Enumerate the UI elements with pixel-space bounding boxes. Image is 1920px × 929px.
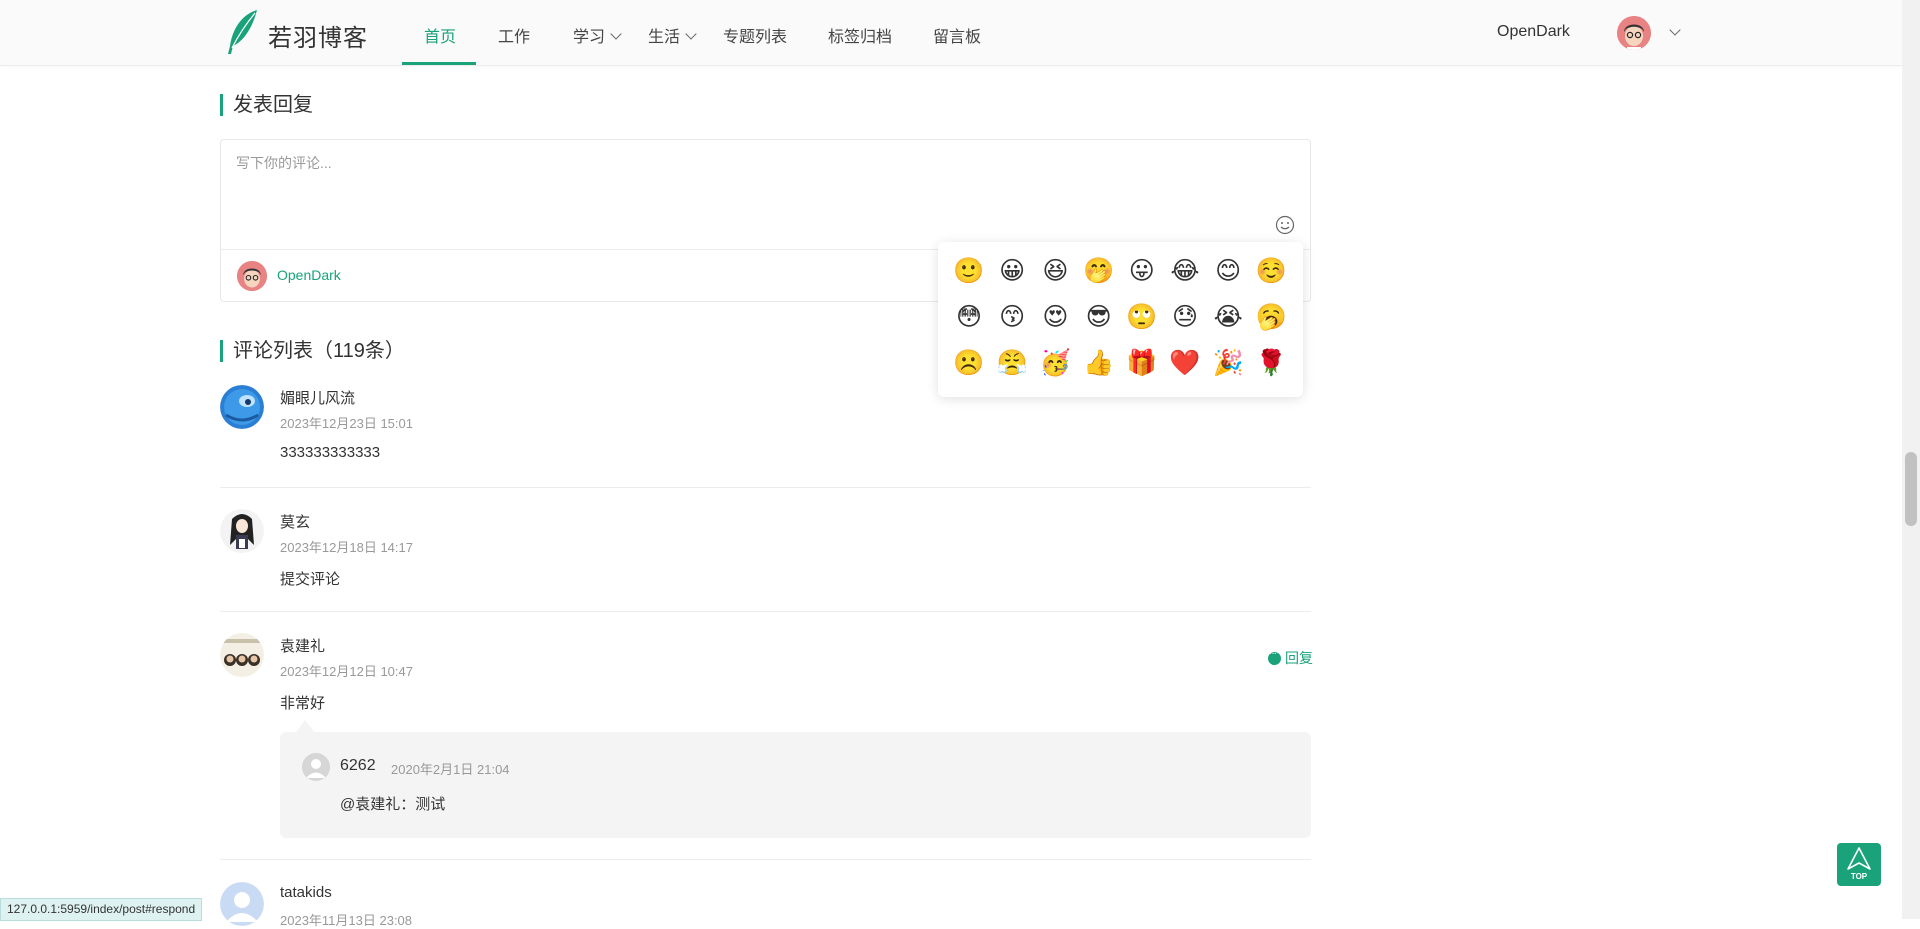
top-navbar: 若羽博客 首页 工作 学习 生活 专题列表 标签归档 留言板 OpenDark (0, 0, 1902, 66)
nav-guestbook[interactable]: 留言板 (933, 23, 981, 47)
comments-section-title: 评论列表（119条） (220, 340, 405, 362)
emoji-option[interactable]: ☺️ (1255, 256, 1287, 286)
comment-author[interactable]: 媚眼儿风流 (280, 387, 355, 408)
emoji-option[interactable]: 😂 (1169, 256, 1201, 286)
emoji-option[interactable]: 🤭 (1083, 256, 1115, 286)
comment-avatar[interactable] (220, 509, 264, 553)
emoji-option[interactable]: 🥱 (1255, 302, 1287, 332)
emoji-option[interactable]: 😓 (1169, 302, 1201, 332)
nav-work[interactable]: 工作 (498, 23, 530, 47)
status-bar-url: 127.0.0.1:5959/index/post#respond (0, 898, 203, 921)
avatar-face-icon (237, 261, 267, 291)
nav-tags[interactable]: 标签归档 (828, 23, 892, 47)
anime-girl-avatar-icon (220, 509, 264, 553)
nav-life-label: 生活 (648, 29, 681, 46)
reply-bubble-arrow (296, 720, 314, 732)
emoji-option[interactable]: 😛 (1126, 256, 1158, 286)
nav-study[interactable]: 学习 (573, 23, 622, 47)
emoji-option[interactable]: 😆 (1039, 256, 1071, 286)
comment-author[interactable]: tatakids (280, 884, 332, 901)
avatar-face-icon (1617, 16, 1651, 50)
emoji-option[interactable]: 😤 (996, 348, 1028, 378)
emoji-option[interactable]: ❤️ (1169, 348, 1201, 378)
comment-author[interactable]: 莫玄 (280, 511, 310, 532)
comment-divider (220, 611, 1311, 612)
comment-avatar[interactable] (220, 882, 264, 926)
emoji-option[interactable]: 🥳 (1039, 348, 1071, 378)
site-title[interactable]: 若羽博客 (268, 18, 368, 53)
chevron-down-icon (685, 28, 697, 40)
user-menu-chevron-icon[interactable] (1669, 24, 1681, 36)
chat-bubble-icon (1268, 648, 1281, 665)
header-user-avatar[interactable] (1617, 16, 1651, 50)
emoji-option[interactable]: 🎉 (1212, 348, 1244, 378)
emoji-option[interactable]: 😭 (1212, 302, 1244, 332)
emoji-option[interactable]: 😙 (996, 302, 1028, 332)
emoji-option[interactable]: 😍 (1039, 302, 1071, 332)
reply-author[interactable]: 6262 (340, 757, 376, 775)
comment-avatar[interactable] (220, 385, 264, 429)
default-user-icon (302, 753, 330, 781)
nav-active-indicator (402, 62, 476, 65)
comment-input[interactable] (234, 151, 1288, 245)
emoji-option[interactable]: 😎 (1083, 302, 1115, 332)
reply-time: 2020年2月1日 21:04 (391, 762, 510, 777)
current-user-name: OpenDark (277, 267, 341, 283)
back-to-top-button[interactable]: TOP (1837, 843, 1881, 886)
emoji-panel (938, 242, 1303, 397)
emoji-option[interactable]: 🎁 (1126, 348, 1158, 378)
emoji-option[interactable]: 👍 (1083, 348, 1115, 378)
nav-study-label: 学习 (573, 29, 606, 46)
emoji-option[interactable]: 🙂 (953, 256, 985, 286)
group-photo-avatar-icon (220, 633, 264, 677)
emoji-option[interactable]: 😊 (1212, 256, 1244, 286)
comment-divider (220, 487, 1311, 488)
current-user-avatar (237, 261, 267, 291)
nested-reply (280, 732, 1311, 838)
comment-divider (220, 859, 1311, 860)
reply-avatar[interactable] (302, 753, 330, 781)
arrow-up-icon (1847, 847, 1871, 870)
nav-topics[interactable]: 专题列表 (723, 23, 787, 47)
smiley-icon[interactable] (1275, 215, 1295, 235)
blue-ball-avatar-icon (220, 385, 264, 429)
comment-author[interactable]: 袁建礼 (280, 635, 325, 656)
comment-text: 提交评论 (280, 571, 341, 588)
reply-button-label: 回复 (1285, 650, 1313, 666)
comment-time: 2023年12月23日 15:01 (280, 416, 413, 431)
comment-time: 2023年12月12日 10:47 (280, 664, 413, 679)
default-user-icon (220, 882, 264, 926)
nav-home[interactable]: 首页 (424, 23, 456, 47)
emoji-option[interactable]: 🌹 (1255, 348, 1287, 378)
scrollbar-thumb[interactable] (1905, 452, 1917, 526)
comment-text: 非常好 (280, 695, 326, 712)
reply-text: @袁建礼：测试 (340, 796, 446, 813)
comment-text: 333333333333 (280, 444, 381, 461)
comment-time: 2023年12月18日 14:17 (280, 540, 413, 555)
nav-life[interactable]: 生活 (648, 23, 697, 47)
comment-time: 2023年11月13日 23:08 (280, 913, 413, 928)
comment-avatar[interactable] (220, 633, 264, 677)
reply-section-title: 发表回复 (220, 94, 313, 116)
emoji-option[interactable]: 🙄 (1126, 302, 1158, 332)
header-user-name[interactable]: OpenDark (1497, 23, 1570, 41)
emoji-option[interactable]: 😀 (996, 256, 1028, 286)
back-to-top-label: TOP (1850, 872, 1868, 881)
reply-button[interactable]: 回复 (1268, 648, 1313, 668)
emoji-option[interactable]: ☹️ (953, 348, 985, 378)
emoji-option[interactable]: 😳 (953, 302, 985, 332)
chevron-down-icon (610, 28, 622, 40)
feather-logo-icon[interactable] (224, 8, 260, 56)
